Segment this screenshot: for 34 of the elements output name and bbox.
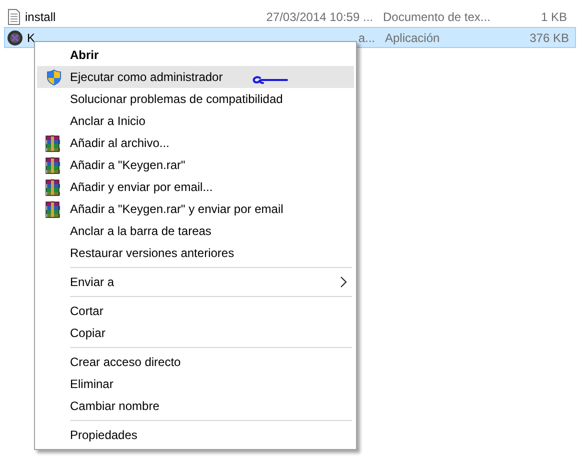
- file-date: 27/03/2014 10:59 ...: [265, 10, 374, 24]
- books-stack-icon: [45, 156, 62, 174]
- menu-item[interactable]: Añadir y enviar por email...: [37, 176, 354, 198]
- menu-item[interactable]: Copiar: [37, 322, 354, 344]
- menu-item[interactable]: Anclar a Inicio: [37, 110, 354, 132]
- file-size: 376 KB: [528, 30, 569, 44]
- chevron-right-icon: [340, 276, 348, 288]
- menu-item[interactable]: Añadir al archivo...: [37, 132, 354, 154]
- books-stack-icon: [45, 134, 62, 152]
- menu-item[interactable]: Enviar a: [37, 271, 354, 293]
- menu-item[interactable]: Eliminar: [37, 373, 354, 395]
- menu-item[interactable]: Anclar a la barra de tareas: [37, 220, 354, 242]
- menu-item[interactable]: Restaurar versiones anteriores: [37, 242, 354, 264]
- document-icon: [7, 8, 21, 24]
- menu-item[interactable]: Añadir a "Keygen.rar" y enviar por email: [37, 198, 354, 220]
- books-stack-icon: [45, 200, 62, 218]
- menu-item[interactable]: Cambiar nombre: [37, 395, 354, 417]
- menu-item[interactable]: Añadir a "Keygen.rar": [37, 154, 354, 176]
- menu-item[interactable]: Cortar: [37, 300, 354, 322]
- books-stack-icon: [45, 178, 62, 196]
- file-name: K: [27, 30, 36, 44]
- menu-item[interactable]: Crear acceso directo: [37, 351, 354, 373]
- arrow-annotation-icon: [250, 74, 290, 86]
- menu-item[interactable]: Propiedades: [37, 424, 354, 446]
- file-size: 1 KB: [540, 10, 567, 24]
- file-date: a...: [357, 30, 376, 44]
- menu-item[interactable]: Solucionar problemas de compatibilidad: [37, 88, 354, 110]
- file-row[interactable]: install 27/03/2014 10:59 ... Documento de tex... 1 KB: [4, 6, 576, 27]
- file-name: install: [25, 10, 57, 24]
- menu-item[interactable]: Ejecutar como administrador: [37, 66, 354, 88]
- file-type: Documento de tex...: [383, 10, 492, 24]
- disc-icon: [7, 30, 23, 46]
- file-type: Aplicación: [385, 30, 441, 44]
- shield-icon: [46, 68, 62, 86]
